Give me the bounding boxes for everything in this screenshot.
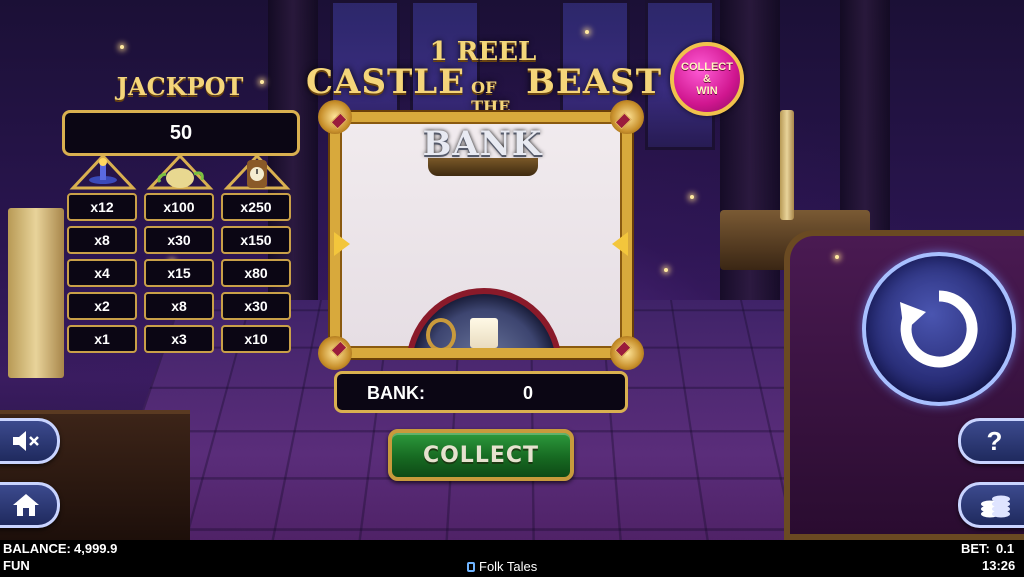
title-word-of-the: OF THE: [471, 78, 511, 116]
sparkle: [120, 45, 124, 49]
play-mode: FUN: [3, 558, 30, 573]
paytable-cell: x3: [144, 325, 214, 353]
sugar-cube-icon: [470, 318, 498, 348]
help-icon: ?: [986, 425, 1003, 456]
game-title: CASTLE OF THE BEAST: [306, 62, 662, 116]
ring-icon: [426, 318, 456, 348]
bank-label: BANK:: [367, 383, 425, 403]
paytable-cell: x100: [144, 193, 214, 221]
provider-name: Folk Tales: [479, 559, 538, 574]
badge-line-3: WIN: [696, 85, 718, 97]
paytable-cell: x15: [144, 259, 214, 287]
paytable-cell: x1: [67, 325, 137, 353]
provider: Folk Tales: [467, 559, 537, 574]
jackpot-value: 50: [169, 121, 193, 144]
balance-label: BALANCE:: [3, 541, 71, 556]
paytable-cell: x12: [67, 193, 137, 221]
balance-value: 4,999.9: [74, 541, 118, 556]
paytable-cell: x150: [221, 226, 291, 254]
status-bar: BALANCE: 4,999.9 FUN Folk Tales BET: 0.1…: [0, 540, 1024, 577]
paytable-cell: x4: [67, 259, 137, 287]
reel-left-arrow-icon: [334, 232, 350, 256]
paytable-cell: x10: [221, 325, 291, 353]
sparkle: [585, 30, 589, 34]
paytable-cell: x8: [67, 226, 137, 254]
sparkle: [835, 255, 839, 259]
collect-and-win-badge: COLLECT & WIN: [670, 42, 744, 116]
title-word-beast: BEAST: [526, 62, 662, 102]
bank-value: 0: [523, 383, 534, 403]
badge-line-2: &: [703, 73, 711, 85]
coin-stack-icon: [980, 495, 1010, 518]
clock-icon: [223, 153, 291, 190]
collect-button[interactable]: COLLECT: [388, 429, 574, 481]
mute-icon: [12, 431, 39, 451]
paytable-cell: x30: [144, 226, 214, 254]
paytable-cell: x2: [67, 292, 137, 320]
teapot-icon: [146, 153, 214, 190]
candle: [8, 208, 64, 378]
bet-settings-button[interactable]: [958, 482, 1024, 528]
clock-time: 13:26: [982, 558, 1016, 573]
sparkle: [664, 268, 668, 272]
provider-logo-icon: [467, 561, 475, 572]
lamp-icon: [69, 153, 137, 190]
title-word-castle: CASTLE: [306, 62, 466, 102]
jackpot-title: JACKPOT: [116, 72, 244, 101]
candlestick: [780, 110, 794, 220]
reel-right-arrow-icon: [612, 232, 628, 256]
home-button[interactable]: [0, 482, 60, 528]
help-button[interactable]: ?: [958, 418, 1024, 464]
paytable-cell: x250: [221, 193, 291, 221]
paytable-cell: x30: [221, 292, 291, 320]
bank-symbol: BANK: [420, 124, 545, 178]
frame-ornament: [610, 336, 644, 370]
spin-arrow-icon: [900, 290, 978, 368]
paytable: x12 x100 x250 x8 x30 x150 x4 x15 x80 x2 …: [67, 193, 295, 353]
badge-line-1: COLLECT: [681, 61, 733, 73]
paytable-cell: x80: [221, 259, 291, 287]
next-reel-symbol: [406, 282, 562, 348]
bank-symbol-label: BANK: [422, 124, 543, 164]
jackpot-value-box: 50: [62, 110, 300, 156]
home-icon: [12, 494, 39, 516]
bet-label: BET:: [961, 541, 990, 556]
sparkle: [690, 195, 694, 199]
bank-display: BANK: 0: [334, 371, 628, 413]
bet-value: 0.1: [996, 541, 1015, 556]
reel-window: BANK: [318, 100, 644, 370]
sound-toggle-button[interactable]: [0, 418, 60, 464]
paytable-cell: x8: [144, 292, 214, 320]
spin-button[interactable]: [862, 252, 1016, 406]
